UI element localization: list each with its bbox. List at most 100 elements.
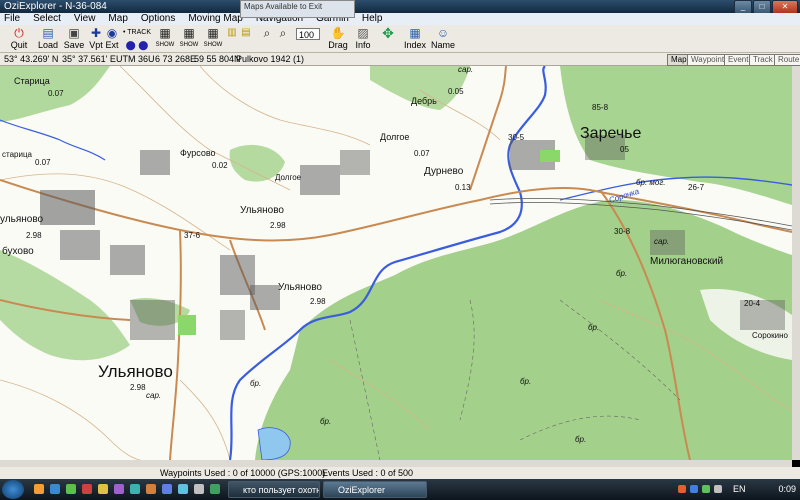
save-button[interactable]: ▣ Save [60,26,88,51]
menu-moving-map[interactable]: Moving Map [188,13,242,25]
quicklaunch-icon-1[interactable] [34,484,44,494]
label-007-a: 0.07 [48,89,64,98]
quicklaunch-icon-4[interactable] [82,484,92,494]
menu-select[interactable]: Select [33,13,61,25]
zoom-in-button[interactable]: ⌕ [260,26,274,51]
quicklaunch-icon-6[interactable] [114,484,124,494]
label-sar-top: сар. [458,66,473,74]
label-durnevo: Дурнево [424,166,464,177]
show-events-button[interactable]: ▦ SHOW [178,26,200,51]
grid-button[interactable]: ▥ [226,26,238,51]
quicklaunch-icon-10[interactable] [178,484,188,494]
pan-arrows-icon: ✥ [382,25,394,41]
label-dolgoe-b: Долгое [275,173,302,182]
tray-icon-1[interactable] [678,485,686,493]
track-icon: • TRACK [122,29,151,36]
track-tools[interactable]: • TRACK ⬤ ⬤ [120,26,154,51]
label-sorokino: Сорокино [752,331,789,340]
mode-waypoint[interactable]: Waypoint [687,54,729,66]
vertical-scrollbar[interactable] [792,66,800,460]
mode-track[interactable]: Track [749,54,777,66]
quicklaunch-icon-2[interactable] [50,484,60,494]
name-icon: ☺ [436,26,450,40]
hand-icon: ✋ [330,26,346,40]
quicklaunch-icon-3[interactable] [66,484,76,494]
label-005: 0.05 [448,87,464,96]
ext-button[interactable]: ◉ Ext [104,26,120,51]
label-013: 0.13 [455,183,471,192]
menu-bar: File Select View Map Options Moving Map … [0,13,800,25]
taskbar-browser[interactable]: кто пользует охотн... [228,481,320,498]
title-bar: OziExplorer - N-36-084 _ □ ✕ [0,0,800,14]
label-bobukhovo: бухово [2,245,34,257]
name-button[interactable]: ☺ Name [430,26,456,51]
taskbar: кто пользует охотн... OziExplorer EN 0:0… [0,479,800,500]
quit-icon: ⏻ [14,26,24,40]
label-ulyanovo-mid: Ульяново [278,282,322,293]
tray-icon-3[interactable] [702,485,710,493]
tray-icon-2[interactable] [690,485,698,493]
close-button[interactable]: ✕ [772,0,798,14]
index-button[interactable]: ▦ Index [402,26,428,51]
taskbar-oziexplorer[interactable]: OziExplorer [323,481,427,498]
show-events-icon: ▦ [183,26,195,40]
quicklaunch-icon-7[interactable] [130,484,140,494]
language-indicator[interactable]: EN [733,479,746,500]
latitude-readout: 53° 43.269' N [4,54,59,64]
zoom-out-button[interactable]: ⌕ [276,26,290,51]
waypoint-button[interactable]: ✚ Vpt [88,26,104,51]
datum-readout: Pulkovo 1942 (1) [236,54,305,64]
quit-button[interactable]: ⏻ Quit [4,26,34,51]
quicklaunch-icon-11[interactable] [194,484,204,494]
label-858: 85-8 [592,103,609,112]
label-br-b: бр. [588,323,599,332]
drag-button[interactable]: ✋ Drag [326,26,350,51]
maps-available-popup: Maps Available to Exit [240,0,355,18]
menu-help[interactable]: Help [362,13,383,25]
map-list-icon: ▤ [241,27,251,38]
northing-readout: 59 55 804N [194,54,241,64]
load-button[interactable]: ▤ Load [34,26,62,51]
minimize-button[interactable]: _ [734,0,752,14]
events-used: Events Used : 0 of 500 [322,468,414,478]
zoom-select[interactable]: 100 [296,28,320,40]
label-br-d: бр. [250,379,261,388]
menu-file[interactable]: File [4,13,20,25]
label-002: 0.02 [212,161,228,170]
label-staritsa-left: старица [2,150,33,159]
label-milyuganovskiy: Милюгановский [650,256,723,267]
quicklaunch-icon-12[interactable] [210,484,220,494]
volume-icon[interactable] [714,485,722,493]
waypoint-icon: ✚ [90,26,102,40]
label-308: 30-8 [614,227,631,236]
window-controls: _ □ ✕ [734,0,798,14]
label-br-a: бр. [616,269,627,278]
show-waypoints-icon: ▦ [159,26,171,40]
label-305: 30-5 [508,133,525,142]
menu-view[interactable]: View [74,13,96,25]
show-waypoints-button[interactable]: ▦ SHOW [154,26,176,51]
start-button[interactable] [2,480,24,499]
label-furovo: Фурсово [180,148,216,158]
label-sar-main: сар. [146,391,161,400]
longitude-readout: 35° 37.561' E [62,54,116,64]
show-tracks-button[interactable]: ▦ SHOW [202,26,224,51]
map-canvas[interactable]: Старица 0.07 старица 0.07 Дебрь 0.05 сар… [0,66,792,460]
label-sar-mid: сар. [654,237,669,246]
grid-icon: ▥ [227,27,237,38]
info-button[interactable]: ▨ Info [352,26,374,51]
horizontal-scrollbar[interactable] [0,460,792,467]
quicklaunch-icon-8[interactable] [146,484,156,494]
quicklaunch-icon-5[interactable] [98,484,108,494]
menu-map[interactable]: Map [108,13,127,25]
ext-icon: ◉ [106,26,118,40]
map-list-button[interactable]: ▤ [240,26,252,51]
maximize-button[interactable]: □ [753,0,771,14]
utm-zone: UTM 36U [116,54,155,64]
menu-options[interactable]: Options [141,13,175,25]
pan-arrows[interactable]: ✥ [376,26,400,51]
info-icon: ▨ [357,26,369,40]
label-br-c: бр. [520,377,531,386]
quicklaunch-icon-9[interactable] [162,484,172,494]
mode-route[interactable]: Route [774,54,800,66]
